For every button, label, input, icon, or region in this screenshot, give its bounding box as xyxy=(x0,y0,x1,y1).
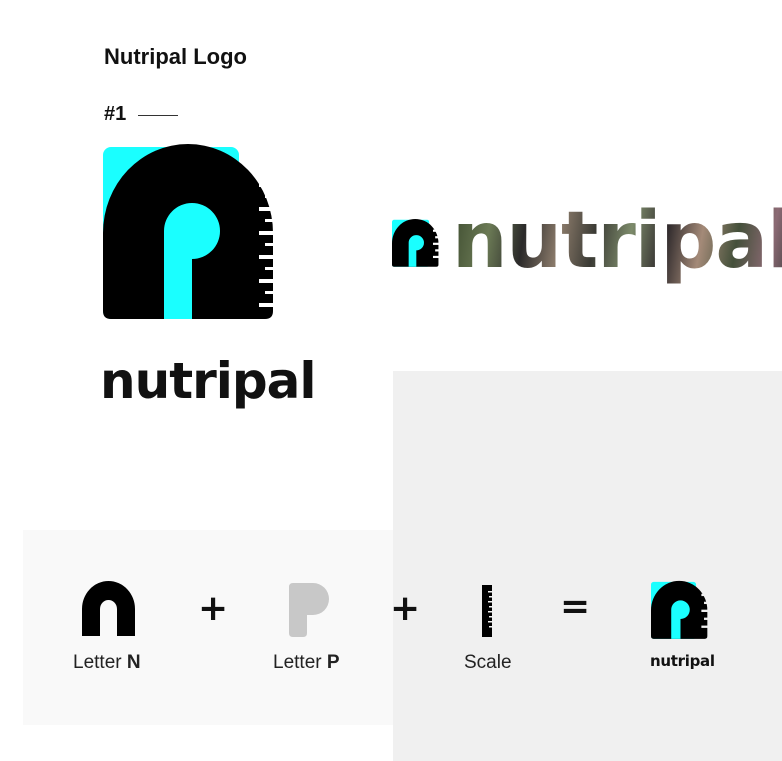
scale-icon xyxy=(482,585,492,637)
result-wordmark: nutripal xyxy=(650,652,715,670)
section-divider xyxy=(138,115,178,116)
equals-operator: = xyxy=(560,586,591,627)
wordmark-large: nutripal xyxy=(100,352,317,410)
nutripal-logo-mark-small xyxy=(392,218,439,267)
letter-p-icon xyxy=(289,583,329,637)
letter-p-label: Letter P xyxy=(273,652,340,673)
letter-n-icon xyxy=(82,581,135,636)
scale-label: Scale xyxy=(464,652,512,673)
letter-n-label: Letter N xyxy=(73,652,141,673)
plus-operator-2: + xyxy=(390,588,421,629)
plus-operator: + xyxy=(198,588,229,629)
section-number: #1 xyxy=(104,103,127,125)
wordmark-photo-fill: nutripal xyxy=(452,196,782,286)
grey-background-panel xyxy=(393,371,782,761)
page-title: Nutripal Logo xyxy=(104,44,247,69)
result-logo-mark xyxy=(651,580,708,639)
nutripal-logo-mark xyxy=(103,143,275,319)
